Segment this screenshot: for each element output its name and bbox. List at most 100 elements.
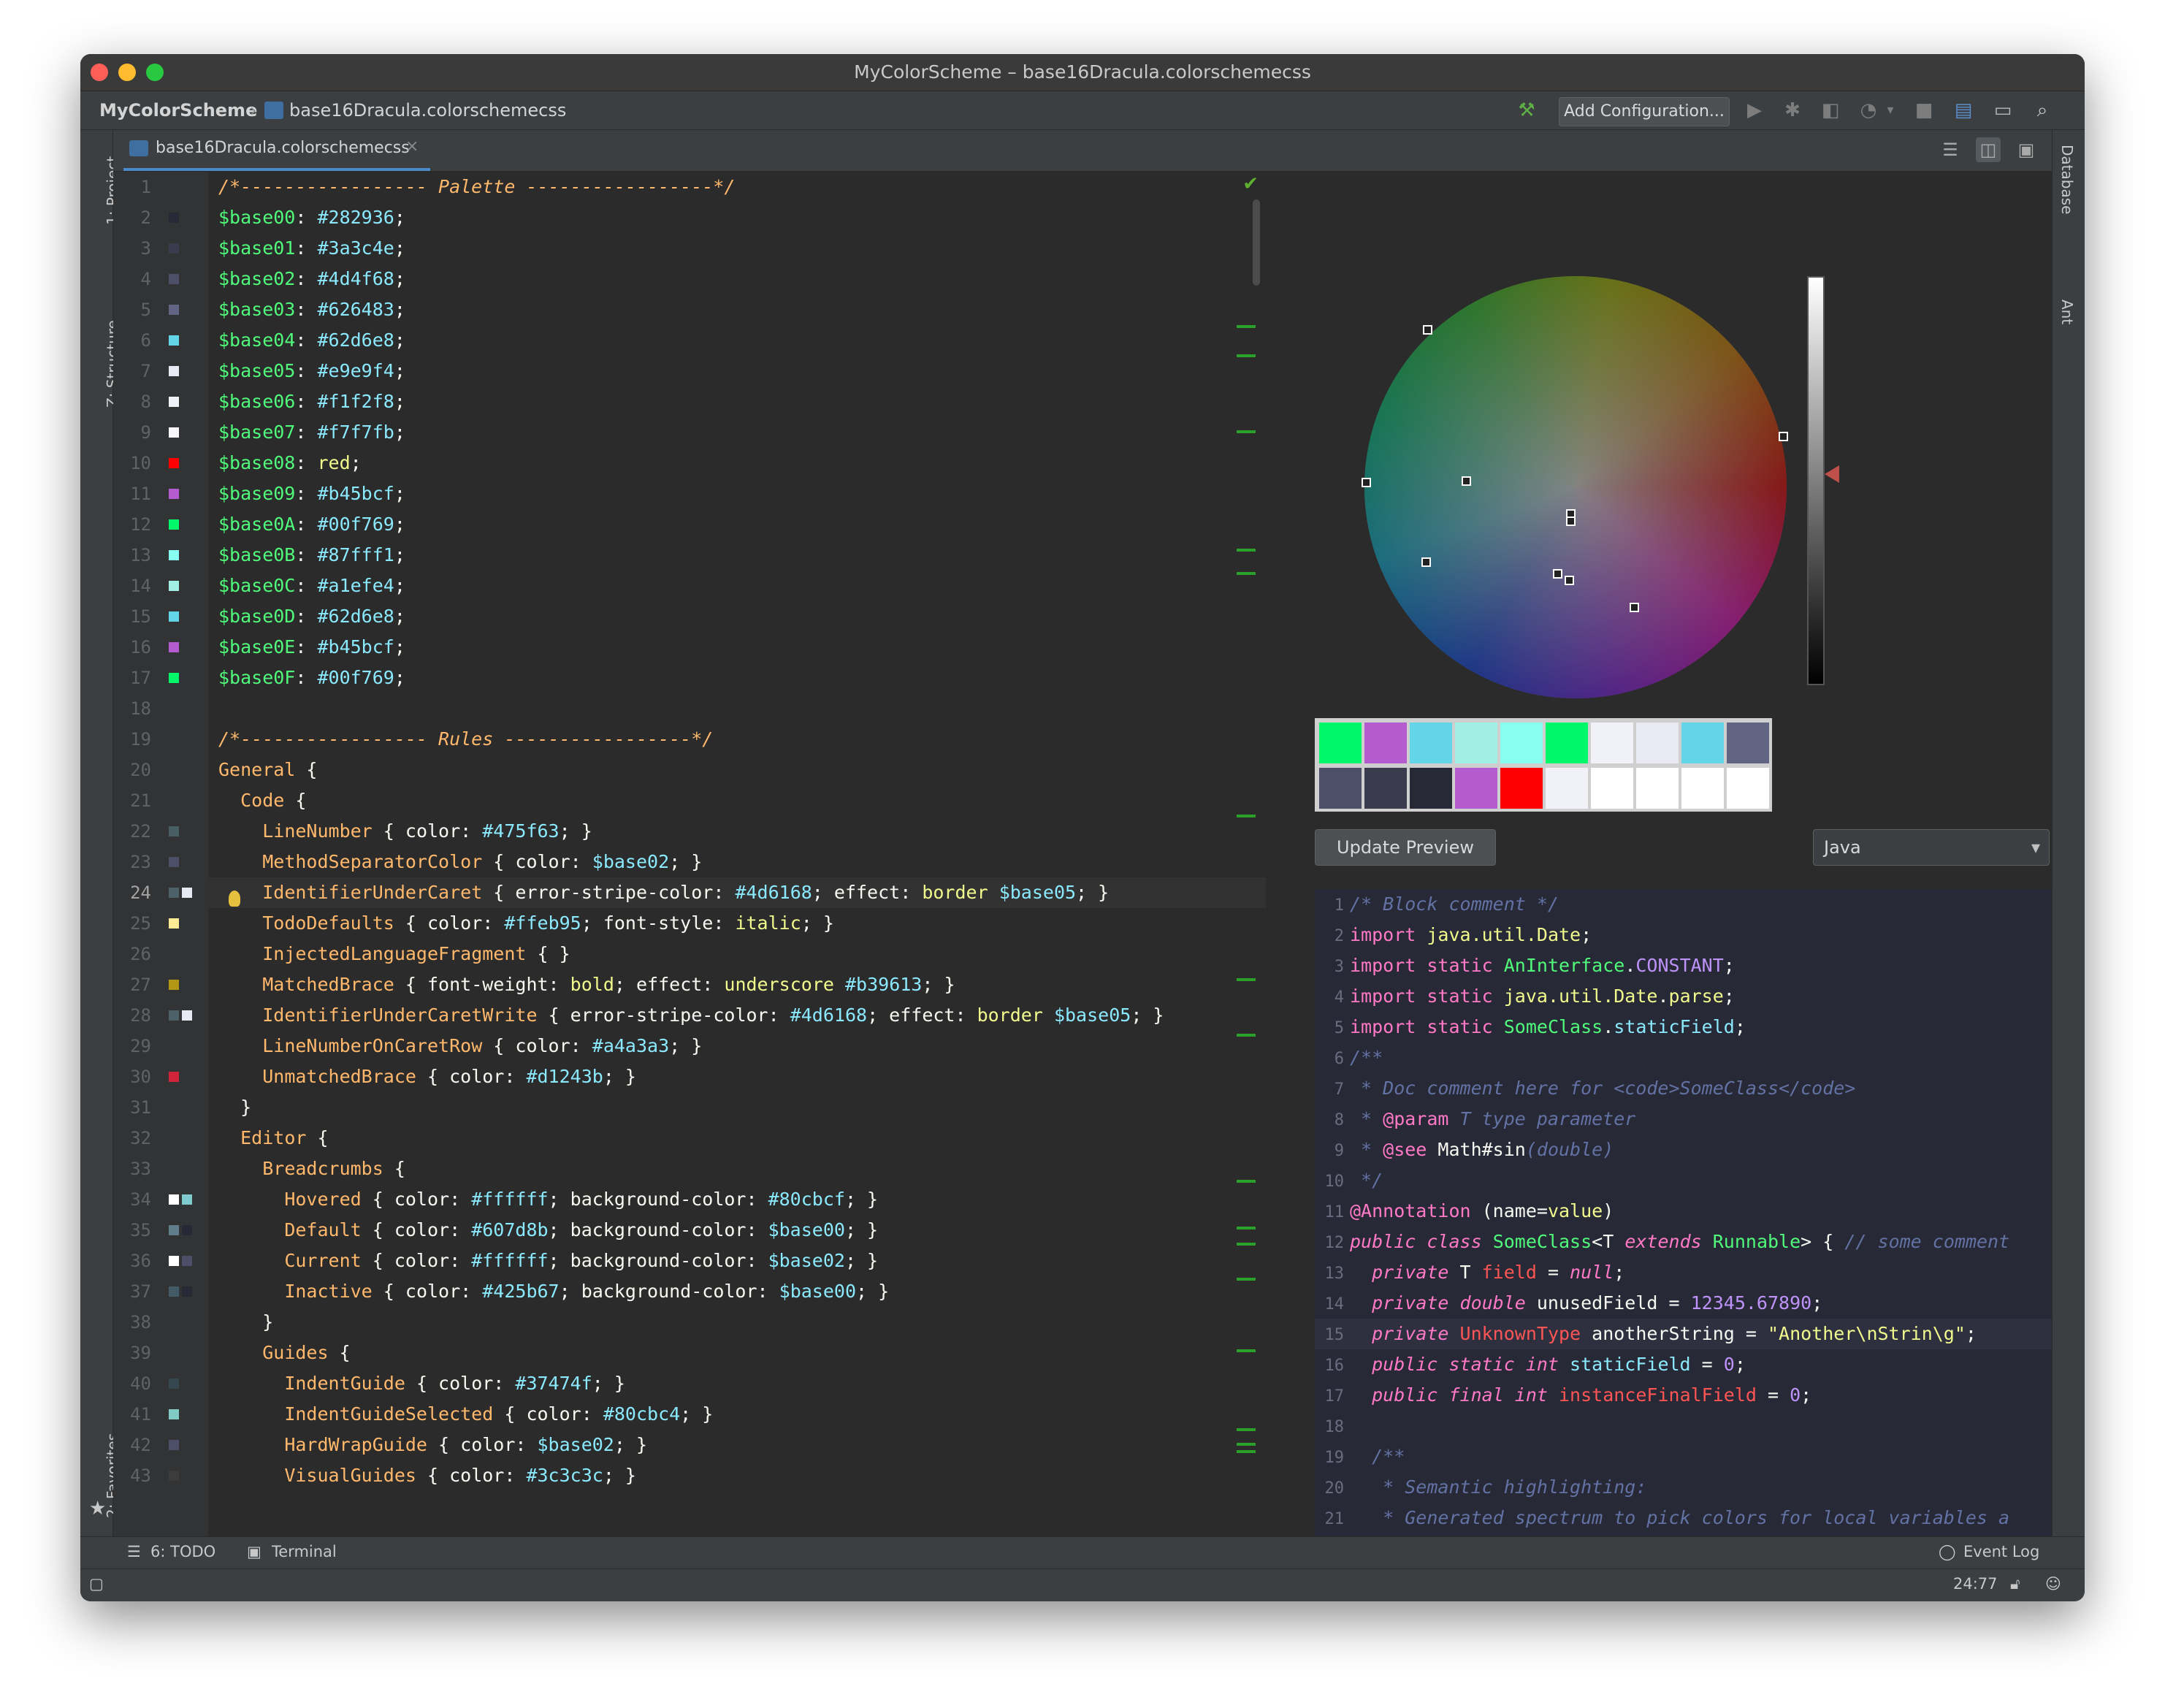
gutter-color-swatch[interactable] [169, 826, 179, 836]
wheel-point[interactable] [1362, 478, 1371, 487]
database-tool-tab[interactable]: Database [2058, 145, 2076, 214]
language-select[interactable]: Java ▾ [1813, 829, 2050, 866]
color-wheel[interactable] [1362, 276, 1788, 698]
gutter-color-swatch[interactable] [169, 918, 179, 929]
palette-swatch[interactable] [1500, 723, 1543, 763]
gutter-color-swatch[interactable] [169, 427, 179, 438]
update-preview-button[interactable]: Update Preview [1315, 829, 1496, 866]
palette-swatch[interactable] [1455, 768, 1497, 809]
gutter-color-swatch[interactable] [182, 1286, 192, 1297]
palette-swatch[interactable] [1636, 768, 1679, 809]
gutter-color-swatch[interactable] [169, 213, 179, 223]
gutter-color-swatch[interactable] [169, 243, 179, 253]
wheel-point[interactable] [1630, 603, 1639, 612]
preview-only-view-icon[interactable]: ▣ [2014, 137, 2039, 162]
palette-swatch[interactable] [1546, 723, 1588, 763]
project-structure-icon[interactable]: ▤ [1950, 97, 1977, 123]
stop-icon[interactable]: ■ [1911, 97, 1937, 123]
gutter-color-swatch[interactable] [169, 888, 179, 898]
error-stripe-mark[interactable] [1237, 1349, 1256, 1352]
palette-swatch[interactable] [1591, 723, 1633, 763]
terminal-window-icon[interactable]: ▭ [1990, 97, 2016, 123]
css-editor[interactable]: 1 2 3 4 5 6 7 8 9 10 11 12 13 14 15 16 17 18 19 20 21 22 23 24 2… [113, 172, 1266, 1539]
editor-only-view-icon[interactable]: ☰ [1938, 137, 1963, 162]
gutter-color-swatch[interactable] [169, 1256, 179, 1266]
caret-position[interactable]: 24:77 [1953, 1575, 1998, 1593]
search-icon[interactable]: ⌕ [2029, 97, 2055, 123]
terminal-tool-tab[interactable]: Terminal [272, 1543, 337, 1560]
brightness-slider-handle[interactable] [1825, 465, 1839, 483]
error-stripe-mark[interactable] [1237, 430, 1256, 433]
gutter-color-swatch[interactable] [169, 857, 179, 867]
lock-icon[interactable]: 🔓︎ [2010, 1575, 2020, 1593]
error-stripe-mark[interactable] [1237, 1443, 1256, 1446]
chevron-down-icon[interactable]: ▾ [1877, 97, 1904, 123]
wheel-point[interactable] [1423, 325, 1432, 335]
java-preview-code[interactable]: 1 /* Block comment */ 2 import java.util.Da… [1315, 889, 2052, 1539]
error-stripe-mark[interactable] [1237, 1450, 1256, 1453]
gutter-color-swatch[interactable] [169, 1286, 179, 1297]
gutter-color-swatch[interactable] [169, 305, 179, 315]
gutter-color-swatch[interactable] [169, 274, 179, 284]
close-tab-icon[interactable]: × [405, 137, 419, 156]
error-stripe-mark[interactable] [1237, 1227, 1256, 1229]
wheel-point[interactable] [1566, 516, 1576, 526]
gutter-color-swatch[interactable] [169, 1440, 179, 1450]
breadcrumb-project[interactable]: MyColorScheme [99, 100, 257, 121]
gutter-color-swatch[interactable] [169, 642, 179, 652]
palette-swatch[interactable] [1546, 768, 1588, 809]
palette-swatch[interactable] [1500, 768, 1543, 809]
gutter-color-swatch[interactable] [169, 980, 179, 990]
palette-swatch[interactable] [1727, 723, 1769, 763]
run-icon[interactable]: ▶ [1741, 97, 1768, 123]
gutter-color-swatch[interactable] [182, 1010, 192, 1021]
gutter-color-swatch[interactable] [182, 888, 192, 898]
gutter-color-swatch[interactable] [169, 673, 179, 683]
gutter-color-swatch[interactable] [169, 1225, 179, 1235]
error-stripe-mark[interactable] [1237, 978, 1256, 981]
palette-swatch[interactable] [1364, 768, 1407, 809]
error-stripe-mark[interactable] [1237, 572, 1256, 575]
error-stripe-mark[interactable] [1237, 1243, 1256, 1246]
gutter-color-swatch[interactable] [169, 1471, 179, 1481]
breadcrumb-file[interactable]: base16Dracula.colorschemecss [289, 100, 566, 121]
palette-swatch[interactable] [1410, 768, 1452, 809]
error-stripe-mark[interactable] [1237, 1428, 1256, 1431]
gutter-color-swatch[interactable] [169, 519, 179, 530]
palette-swatch[interactable] [1319, 768, 1362, 809]
error-stripe-mark[interactable] [1237, 354, 1256, 357]
error-stripe-mark[interactable] [1237, 1278, 1256, 1281]
tool-windows-toggle-icon[interactable]: ▢ [89, 1575, 104, 1593]
palette-swatch[interactable] [1410, 723, 1452, 763]
error-stripe-mark[interactable] [1237, 815, 1256, 817]
todo-tool-tab[interactable]: 6: TODO [150, 1543, 215, 1560]
debug-icon[interactable]: ✱ [1779, 97, 1806, 123]
gutter-color-swatch[interactable] [169, 335, 179, 346]
palette-swatch[interactable] [1636, 723, 1679, 763]
add-configuration-button[interactable]: Add Configuration... [1559, 97, 1730, 126]
error-stripe-mark[interactable] [1237, 1034, 1256, 1037]
gutter-color-swatch[interactable] [182, 1194, 192, 1205]
palette-swatch[interactable] [1727, 768, 1769, 809]
gutter-color-swatch[interactable] [169, 1194, 179, 1205]
lightbulb-icon[interactable] [229, 891, 240, 907]
error-stripe-mark[interactable] [1237, 1180, 1256, 1183]
error-stripe-mark[interactable] [1237, 325, 1256, 328]
gutter-color-swatch[interactable] [169, 1409, 179, 1419]
gutter-color-swatch[interactable] [169, 1072, 179, 1082]
brightness-slider[interactable] [1807, 276, 1825, 685]
wheel-point[interactable] [1421, 557, 1431, 567]
palette-swatch[interactable] [1591, 768, 1633, 809]
gutter-color-swatch[interactable] [169, 366, 179, 376]
palette-swatch[interactable] [1681, 768, 1724, 809]
editor-tab[interactable]: base16Dracula.colorschemecss × [123, 130, 430, 171]
gutter-color-swatch[interactable] [169, 581, 179, 591]
gutter-color-swatch[interactable] [169, 611, 179, 622]
gutter-color-swatch[interactable] [182, 1256, 192, 1266]
gutter-color-swatch[interactable] [169, 397, 179, 407]
gutter-color-swatch[interactable] [169, 1010, 179, 1021]
coverage-icon[interactable]: ◧ [1817, 97, 1844, 123]
palette-swatch[interactable] [1319, 723, 1362, 763]
palette-swatch[interactable] [1455, 723, 1497, 763]
gutter-color-swatch[interactable] [169, 458, 179, 468]
